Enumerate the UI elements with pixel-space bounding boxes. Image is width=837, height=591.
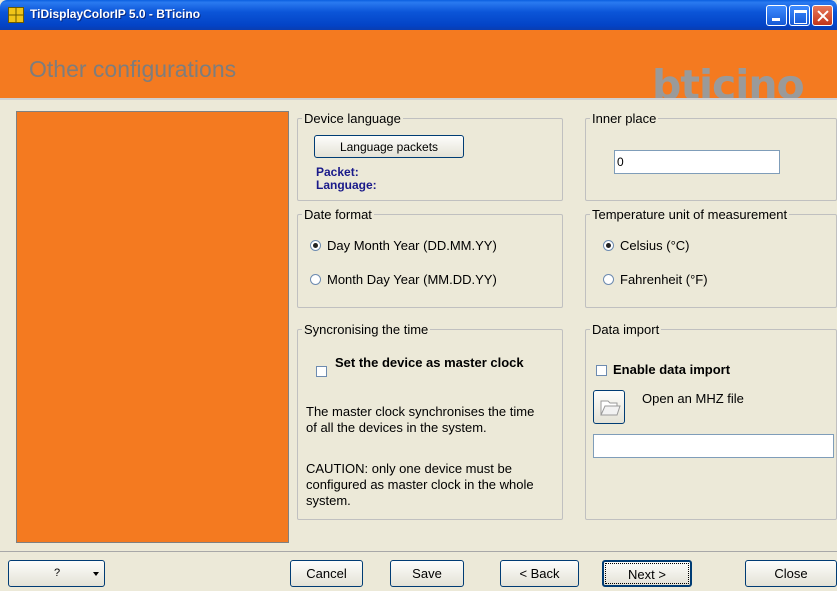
master-clock-caution: CAUTION: only one device must be configu… bbox=[306, 461, 534, 508]
celsius-radio[interactable] bbox=[603, 240, 614, 251]
enable-data-import-checkbox[interactable] bbox=[596, 365, 607, 376]
minimize-button[interactable] bbox=[766, 5, 787, 26]
cancel-button[interactable]: Cancel bbox=[290, 560, 363, 587]
master-clock-info: The master clock synchronises the time o… bbox=[306, 404, 535, 435]
back-button[interactable]: < Back bbox=[500, 560, 579, 587]
header-band: Other configurations bticino bbox=[0, 30, 837, 106]
language-packets-button[interactable]: Language packets bbox=[314, 135, 464, 158]
header-divider bbox=[0, 98, 837, 100]
temperature-legend: Temperature unit of measurement bbox=[592, 207, 788, 222]
page-title: Other configurations bbox=[29, 56, 237, 82]
master-clock-label: Set the device as master clock bbox=[335, 355, 524, 370]
fahrenheit-radio[interactable] bbox=[603, 274, 614, 285]
fahrenheit-label: Fahrenheit (°F) bbox=[620, 272, 708, 287]
device-language-legend: Device language bbox=[304, 111, 401, 126]
inner-place-legend: Inner place bbox=[592, 111, 657, 126]
open-folder-button[interactable] bbox=[593, 390, 625, 424]
left-orange-panel bbox=[16, 111, 289, 543]
folder-icon bbox=[600, 400, 621, 416]
packet-label: Packet: bbox=[316, 165, 359, 179]
master-clock-checkbox[interactable] bbox=[316, 366, 327, 377]
data-import-legend: Data import bbox=[592, 322, 660, 337]
dropdown-arrow-icon bbox=[93, 572, 99, 576]
window-title: TiDisplayColorIP 5.0 - BTicino bbox=[30, 7, 201, 21]
maximize-button[interactable] bbox=[789, 5, 810, 26]
next-button[interactable]: Next > bbox=[602, 560, 692, 587]
language-label: Language: bbox=[316, 178, 377, 192]
date-format-group: Date format bbox=[297, 207, 563, 308]
open-mhz-file-label: Open an MHZ file bbox=[642, 391, 744, 406]
save-button[interactable]: Save bbox=[390, 560, 464, 587]
mhz-file-path-input[interactable] bbox=[593, 434, 834, 458]
app-icon bbox=[8, 7, 24, 23]
temperature-group: Temperature unit of measurement bbox=[585, 207, 837, 308]
date-format-mdy-radio[interactable] bbox=[310, 274, 321, 285]
date-format-dmy-radio[interactable] bbox=[310, 240, 321, 251]
help-dropdown[interactable]: ? bbox=[8, 560, 105, 587]
enable-data-import-label: Enable data import bbox=[613, 362, 731, 377]
close-button[interactable]: Close bbox=[745, 560, 837, 587]
close-window-button[interactable] bbox=[812, 5, 833, 26]
title-bar: TiDisplayColorIP 5.0 - BTicino bbox=[0, 0, 837, 30]
date-format-mdy-label: Month Day Year (MM.DD.YY) bbox=[327, 272, 497, 287]
sync-time-legend: Syncronising the time bbox=[304, 322, 429, 337]
celsius-label: Celsius (°C) bbox=[620, 238, 690, 253]
date-format-dmy-label: Day Month Year (DD.MM.YY) bbox=[327, 238, 497, 253]
inner-place-input[interactable] bbox=[614, 150, 780, 174]
date-format-legend: Date format bbox=[304, 207, 372, 222]
help-label: ? bbox=[54, 567, 61, 579]
footer-divider bbox=[0, 551, 837, 552]
